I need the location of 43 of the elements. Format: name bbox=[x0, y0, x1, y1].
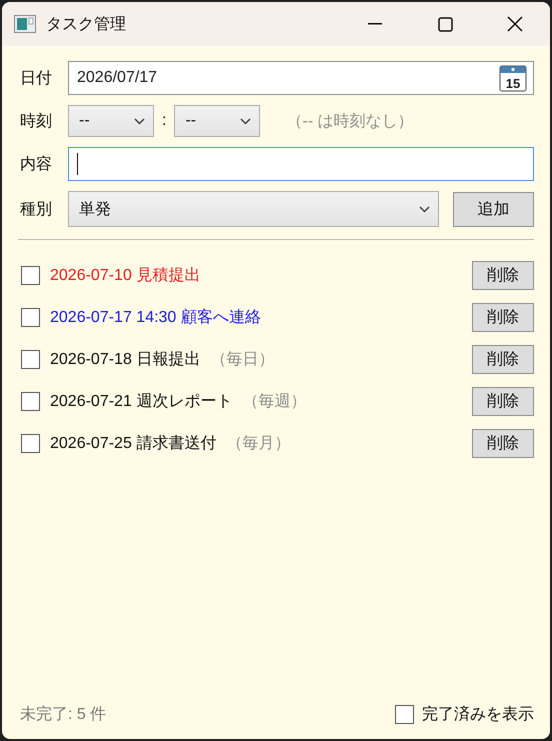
date-label: 日付 bbox=[19, 68, 53, 88]
kind-dropdown[interactable]: 単発 bbox=[68, 191, 439, 227]
close-icon bbox=[507, 16, 523, 32]
task-checkbox[interactable] bbox=[21, 434, 40, 452]
task-text: 2026-07-25 請求書送付 bbox=[50, 434, 216, 454]
app-icon bbox=[14, 15, 36, 33]
show-done-checkbox[interactable] bbox=[395, 705, 414, 724]
chevron-icon bbox=[419, 206, 430, 212]
task-checkbox[interactable] bbox=[21, 308, 40, 326]
content-field[interactable] bbox=[68, 147, 534, 181]
chevron-icon bbox=[134, 118, 145, 124]
minimize-icon bbox=[368, 23, 382, 25]
delete-button[interactable]: 削除 bbox=[472, 260, 534, 290]
recurrence-text: （毎月） bbox=[226, 434, 290, 454]
content-label: 内容 bbox=[19, 154, 53, 174]
maximize-icon bbox=[438, 16, 452, 32]
window-title: タスク管理 bbox=[46, 14, 127, 34]
show-done-label: 完了済みを表示 bbox=[422, 704, 534, 725]
chevron-icon bbox=[240, 118, 252, 124]
task-text: 2026-07-21 週次レポート bbox=[50, 392, 232, 412]
delete-button[interactable]: 削除 bbox=[472, 344, 534, 374]
kind-label: 種別 bbox=[19, 200, 53, 220]
recurrence-text: （毎週） bbox=[242, 392, 306, 412]
delete-button[interactable]: 削除 bbox=[472, 428, 534, 458]
minute-dropdown[interactable]: -- bbox=[174, 105, 260, 137]
hour-dropdown[interactable]: -- bbox=[68, 105, 154, 137]
task-checkbox[interactable] bbox=[21, 266, 40, 284]
calendar-icon[interactable]: 15 bbox=[499, 64, 527, 92]
task-text: 2026-07-18 日報提出 bbox=[50, 350, 200, 370]
task-checkbox[interactable] bbox=[21, 392, 40, 410]
remaining-count: 未完了: 5 件 bbox=[19, 704, 106, 725]
text-cursor bbox=[77, 153, 78, 175]
task-text: 2026-07-17 14:30 顧客へ連絡 bbox=[50, 308, 261, 328]
task-checkbox[interactable] bbox=[21, 350, 40, 368]
delete-button[interactable]: 削除 bbox=[472, 302, 534, 332]
time-label: 時刻 bbox=[19, 112, 53, 132]
add-button[interactable]: 追加 bbox=[453, 192, 534, 226]
recurrence-text: （毎日） bbox=[210, 350, 274, 370]
date-field[interactable]: 2026/07/17 15 bbox=[68, 61, 534, 95]
time-hint: （-- は時刻なし） bbox=[286, 112, 414, 132]
delete-button[interactable]: 削除 bbox=[472, 386, 534, 416]
task-text: 2026-07-10 見積提出 bbox=[50, 266, 200, 286]
time-separator: : bbox=[162, 112, 166, 130]
